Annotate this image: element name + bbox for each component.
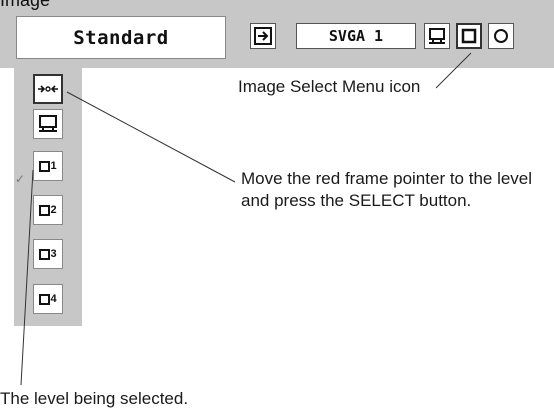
instruction-note: Move the red frame pointer to the level … <box>241 169 533 210</box>
leader-level-selected <box>20 169 34 386</box>
level-selected-note: The level being selected. <box>0 389 189 408</box>
leader-instruction <box>66 91 236 183</box>
image-select-note: Image Select Menu icon <box>238 77 421 96</box>
leader-image-select <box>435 52 472 89</box>
